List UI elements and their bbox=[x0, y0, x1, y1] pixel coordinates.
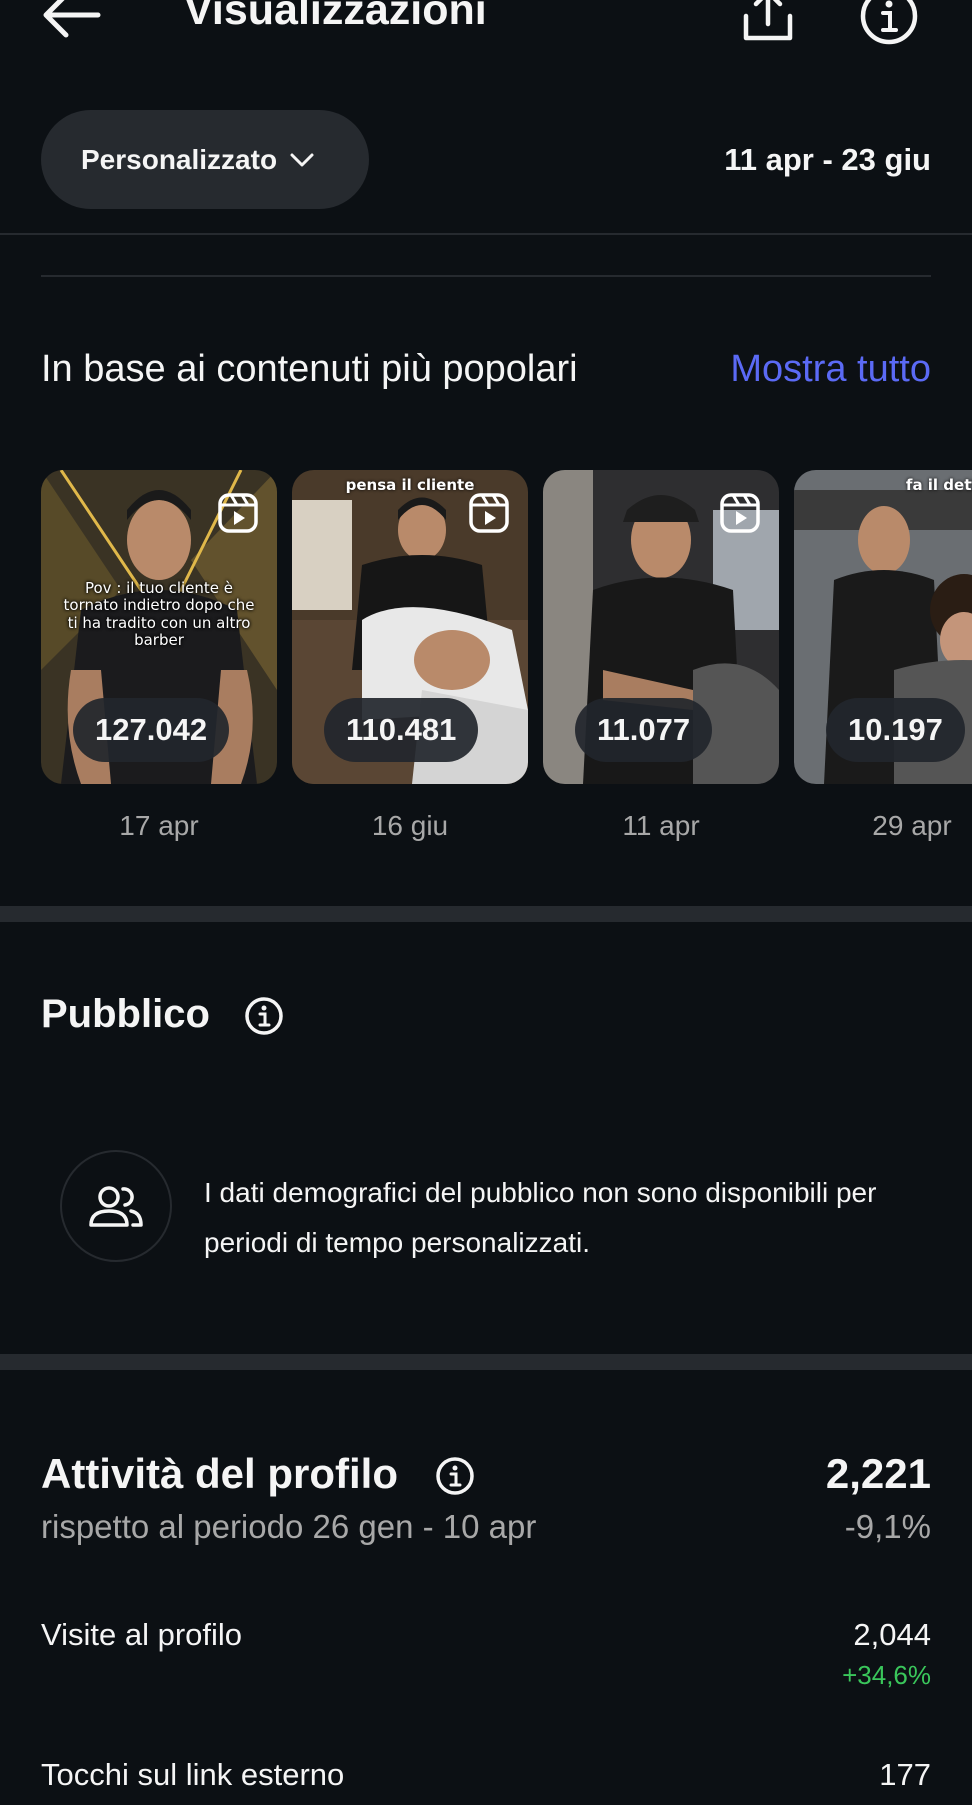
metric-label: Visite al profilo bbox=[41, 1617, 243, 1652]
reels-icon bbox=[469, 493, 509, 533]
reel-caption: Pov : il tuo cliente è tornato indietro … bbox=[63, 579, 255, 649]
audience-title: Pubblico bbox=[41, 992, 210, 1036]
reels-icon bbox=[720, 493, 760, 533]
content-date: 11 apr bbox=[622, 810, 700, 841]
comparison-period: rispetto al periodo 26 gen - 10 apr bbox=[41, 1508, 537, 1545]
top-bar: Visualizzazioni bbox=[0, 0, 972, 60]
metric-delta: +34,6% bbox=[842, 1660, 931, 1690]
audience-unavailable-message: I dati demografici del pubblico non sono… bbox=[204, 1177, 877, 1258]
top-content-title: In base ai contenuti più popolari bbox=[41, 348, 578, 390]
chevron-down-icon bbox=[290, 153, 314, 166]
date-range-selector-label: Personalizzato bbox=[81, 143, 278, 175]
profile-activity-total: 2,221 bbox=[825, 1450, 931, 1497]
info-icon[interactable] bbox=[244, 996, 284, 1036]
show-all-link[interactable]: Mostra tutto bbox=[730, 348, 931, 391]
audience-icon bbox=[60, 1150, 172, 1262]
content-card[interactable]: pensa il cliente 110.481 bbox=[292, 470, 528, 784]
content-date: 17 apr bbox=[119, 810, 199, 841]
info-icon[interactable] bbox=[435, 1456, 475, 1496]
page-title: Visualizzazioni bbox=[184, 0, 487, 34]
divider bbox=[0, 233, 972, 235]
reel-top-caption: fa il dettaglio bbox=[905, 476, 972, 494]
profile-activity-delta: -9,1% bbox=[844, 1508, 931, 1545]
divider bbox=[41, 275, 931, 277]
share-icon[interactable] bbox=[740, 0, 796, 46]
view-count-badge: 110.481 bbox=[324, 698, 479, 762]
arrow-left-icon[interactable] bbox=[40, 0, 102, 40]
content-card[interactable]: Pov : il tuo cliente è tornato indietro … bbox=[41, 470, 277, 784]
content-card[interactable]: fa il dettaglio 10.197 bbox=[794, 470, 972, 784]
view-count-badge: 11.077 bbox=[575, 698, 713, 762]
view-count-badge: 127.042 bbox=[73, 698, 230, 762]
metric-value: 2,044 bbox=[853, 1617, 931, 1652]
metric-label: Tocchi sul link esterno bbox=[41, 1757, 345, 1792]
info-icon[interactable] bbox=[858, 0, 920, 46]
date-range-selector[interactable]: Personalizzato bbox=[41, 110, 369, 209]
view-count-badge: 10.197 bbox=[826, 698, 965, 762]
profile-activity-title: Attività del profilo bbox=[41, 1450, 398, 1497]
reels-icon bbox=[218, 493, 258, 533]
date-range-text: 11 apr - 23 giu bbox=[724, 142, 931, 177]
content-card[interactable]: 11.077 bbox=[543, 470, 779, 784]
people-icon bbox=[89, 1186, 143, 1227]
content-date: 16 giu bbox=[371, 810, 449, 841]
section-separator bbox=[0, 906, 972, 922]
section-separator bbox=[0, 1354, 972, 1370]
top-content-carousel[interactable]: Pov : il tuo cliente è tornato indietro … bbox=[41, 470, 972, 850]
content-date: 29 apr bbox=[872, 810, 952, 841]
metric-value: 177 bbox=[879, 1757, 931, 1792]
